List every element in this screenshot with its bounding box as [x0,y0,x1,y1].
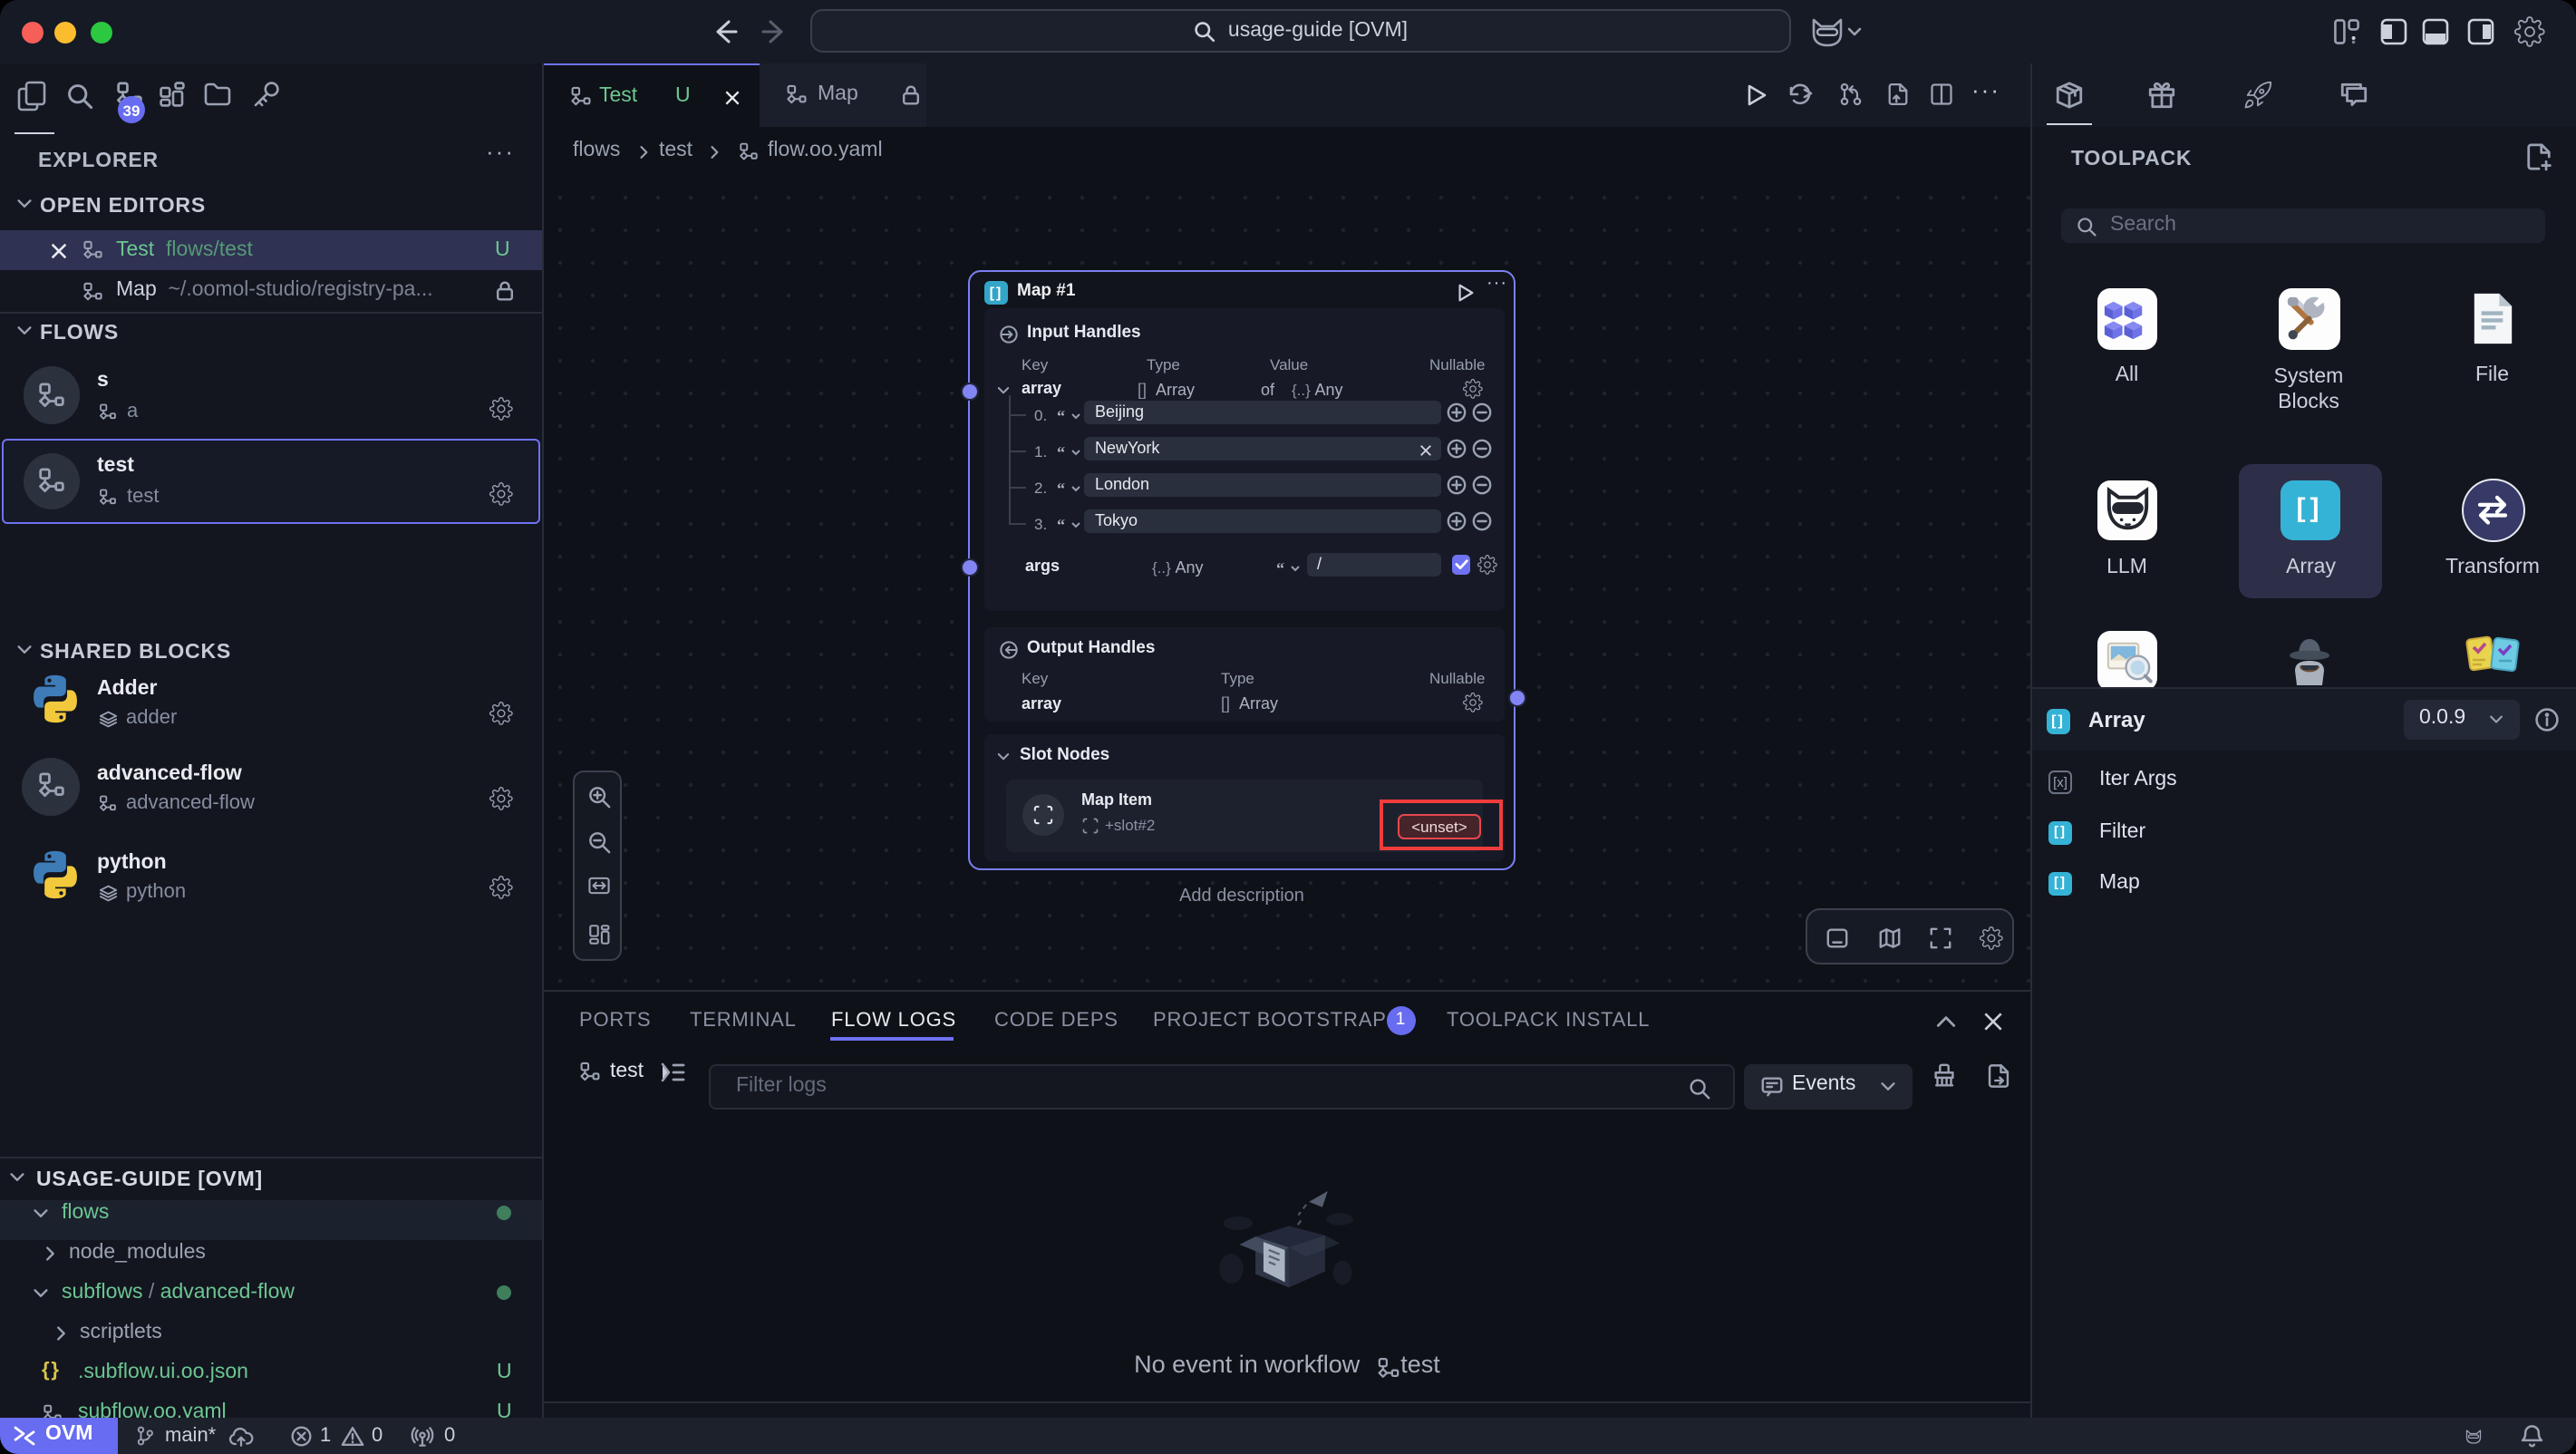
svg-text:“: “ [1056,408,1064,424]
svg-text:“: “ [1056,517,1064,533]
svg-text:“: “ [1056,480,1064,497]
svg-text:“: “ [1056,444,1064,460]
svg-text:“: “ [1275,560,1283,577]
